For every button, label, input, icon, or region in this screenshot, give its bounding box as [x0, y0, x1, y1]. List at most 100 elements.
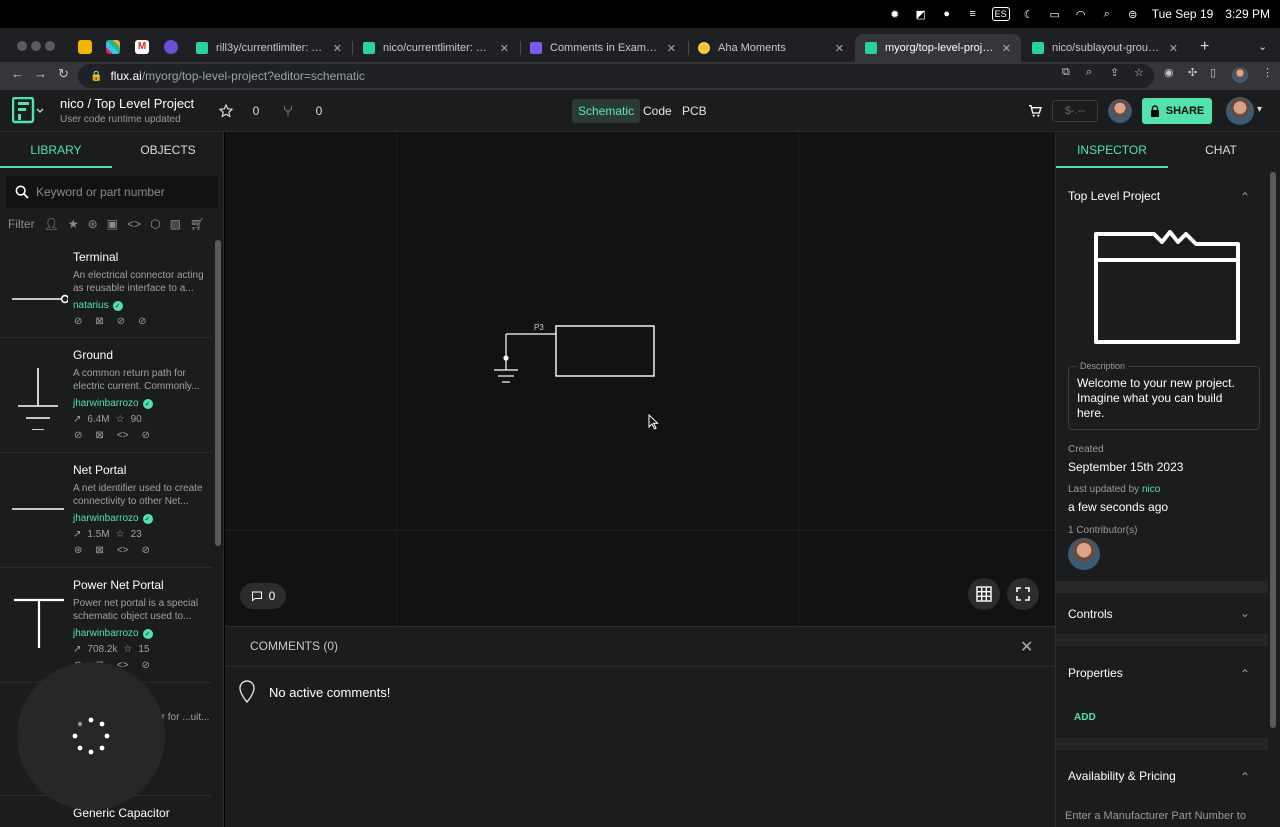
- close-comments-icon[interactable]: ✕: [1020, 637, 1033, 657]
- filter-user-icon[interactable]: 👤︎: [44, 217, 59, 231]
- pinned-tab-icon[interactable]: [78, 40, 92, 54]
- zoom-icon[interactable]: ⌕: [1086, 66, 1092, 79]
- tab-objects[interactable]: OBJECTS: [112, 132, 224, 168]
- pinned-app-tab-icon[interactable]: [164, 40, 178, 54]
- search-icon[interactable]: ⌕: [1100, 7, 1114, 21]
- section-properties[interactable]: Properties: [1068, 666, 1123, 680]
- extension-icon[interactable]: ◉: [1164, 66, 1174, 79]
- library-search[interactable]: [6, 176, 218, 208]
- wifi-icon[interactable]: ◠: [1074, 7, 1088, 21]
- filter-chip-icon[interactable]: ⊛: [88, 217, 98, 231]
- user-menu-chevron-icon[interactable]: ▾: [1257, 104, 1262, 115]
- close-tab-icon[interactable]: ✕: [667, 42, 676, 55]
- collapse-chevron-icon[interactable]: ⌃: [1240, 770, 1250, 784]
- battery-icon[interactable]: ▭: [1048, 7, 1062, 21]
- part-name: Terminal: [73, 250, 119, 264]
- menubar-date[interactable]: Tue Sep 19: [1152, 7, 1214, 21]
- share-button[interactable]: SHARE: [1142, 98, 1212, 124]
- browser-tab[interactable]: nico/currentlimiter: This is a✕: [353, 34, 519, 62]
- puzzle-extensions-icon[interactable]: ✣: [1188, 66, 1197, 79]
- window-zoom-button[interactable]: [45, 41, 55, 51]
- description-field[interactable]: Description Welcome to your new project.…: [1068, 361, 1260, 430]
- window-minimize-button[interactable]: [31, 41, 41, 51]
- add-property-button[interactable]: ADD: [1074, 712, 1096, 723]
- side-panel-icon[interactable]: ▯: [1210, 66, 1216, 79]
- grammarly-icon[interactable]: ●: [940, 7, 954, 21]
- screen-icon[interactable]: ◩: [914, 7, 928, 21]
- schematic-canvas[interactable]: P3: [225, 132, 1055, 626]
- star-count: 23: [130, 529, 142, 540]
- slack-tab-icon[interactable]: [106, 40, 120, 54]
- browser-profile-avatar[interactable]: [1232, 67, 1248, 83]
- flux-logo-icon[interactable]: [12, 97, 44, 125]
- collapse-chevron-icon[interactable]: ⌃: [1240, 190, 1250, 204]
- tab-chat[interactable]: CHAT: [1165, 132, 1277, 168]
- collapse-chevron-icon[interactable]: ⌃: [1240, 667, 1250, 681]
- user-avatar[interactable]: [1226, 97, 1254, 125]
- mode-tab-pcb[interactable]: PCB: [676, 99, 713, 123]
- expand-chevron-icon[interactable]: ⌄: [1240, 606, 1250, 620]
- part-author[interactable]: jharwinbarrozo ✓: [73, 398, 153, 409]
- tab-search-chevron-icon[interactable]: ⌄: [1258, 40, 1267, 53]
- mode-tab-code[interactable]: Code: [637, 99, 678, 123]
- back-arrow-icon[interactable]: ←: [11, 66, 24, 81]
- project-title[interactable]: nico / Top Level Project: [60, 96, 194, 111]
- tab-library[interactable]: LIBRARY: [0, 132, 112, 168]
- filter-code-icon[interactable]: <>: [127, 217, 141, 231]
- gmail-tab-icon[interactable]: M: [135, 40, 149, 54]
- browser-menu-icon[interactable]: ⋮: [1262, 66, 1273, 79]
- comments-favicon-icon: [530, 42, 542, 54]
- reload-icon[interactable]: ↻: [58, 66, 69, 82]
- address-bar[interactable]: 🔒 flux.ai/myorg/top-level-project?editor…: [78, 64, 1154, 88]
- part-author[interactable]: jharwinbarrozo ✓: [73, 628, 153, 639]
- browser-tab-active[interactable]: myorg/top-level-project: Bui✕: [855, 34, 1021, 62]
- input-source-indicator[interactable]: ES: [991, 7, 1010, 21]
- library-item-net-portal[interactable]: Net Portal A net identifier used to crea…: [0, 453, 212, 568]
- library-scrollbar[interactable]: [215, 240, 221, 546]
- control-center-icon[interactable]: ⊜: [1126, 7, 1140, 21]
- comments-toggle-button[interactable]: 0: [240, 583, 286, 609]
- filter-image-icon[interactable]: ▨: [170, 217, 181, 231]
- tab-inspector[interactable]: INSPECTOR: [1056, 132, 1168, 168]
- fork-button[interactable]: [276, 99, 300, 123]
- contributor-avatar[interactable]: [1068, 538, 1100, 570]
- window-close-button[interactable]: [17, 41, 27, 51]
- browser-tab[interactable]: Aha Moments ✕: [688, 34, 854, 62]
- section-controls[interactable]: Controls: [1068, 607, 1113, 621]
- close-tab-icon[interactable]: ✕: [835, 42, 844, 55]
- install-icon[interactable]: ⧉: [1062, 66, 1070, 79]
- collaborator-avatar[interactable]: [1108, 99, 1132, 123]
- updated-by-link[interactable]: nico: [1142, 484, 1160, 495]
- inspector-scrollbar[interactable]: [1270, 172, 1276, 728]
- moon-icon[interactable]: ☾: [1022, 7, 1036, 21]
- search-input[interactable]: [36, 185, 206, 199]
- share-page-icon[interactable]: ⇪: [1110, 66, 1119, 79]
- library-item-ground[interactable]: Ground A common return path for electric…: [0, 338, 212, 453]
- library-item-terminal[interactable]: Terminal An electrical connector acting …: [0, 240, 212, 338]
- mode-tab-schematic[interactable]: Schematic: [572, 99, 641, 123]
- close-tab-icon[interactable]: ✕: [1002, 42, 1011, 55]
- browser-tab[interactable]: rill3y/currentlimiter: This is a✕: [186, 34, 352, 62]
- fullscreen-button[interactable]: [1007, 578, 1039, 610]
- close-tab-icon[interactable]: ✕: [500, 42, 509, 55]
- filter-board-icon[interactable]: ▣: [107, 217, 118, 231]
- filter-cart-icon[interactable]: 🛒︎: [190, 217, 205, 231]
- part-author[interactable]: natarius ✓: [73, 300, 123, 311]
- close-tab-icon[interactable]: ✕: [1169, 42, 1178, 55]
- bookmark-star-icon[interactable]: ☆: [1134, 66, 1144, 79]
- close-tab-icon[interactable]: ✕: [333, 42, 342, 55]
- menubar-time[interactable]: 3:29 PM: [1225, 7, 1270, 21]
- filter-3d-icon[interactable]: ⬡: [150, 217, 160, 231]
- cart-button[interactable]: [1024, 99, 1046, 123]
- new-tab-button[interactable]: +: [1200, 38, 1209, 56]
- text-icon[interactable]: ≡: [966, 7, 980, 21]
- star-button[interactable]: [214, 99, 238, 123]
- browser-tab[interactable]: Comments in Example Project✕: [520, 34, 686, 62]
- filter-star-icon[interactable]: ★: [68, 217, 79, 231]
- grid-toggle-button[interactable]: [968, 578, 1000, 610]
- part-author[interactable]: jharwinbarrozo ✓: [73, 513, 153, 524]
- gear-status-icon[interactable]: ✹: [888, 7, 902, 21]
- browser-tab[interactable]: nico/sublayout-ground-test:✕: [1022, 34, 1188, 62]
- section-availability-pricing[interactable]: Availability & Pricing: [1068, 769, 1176, 783]
- forward-arrow-icon[interactable]: →: [34, 66, 47, 81]
